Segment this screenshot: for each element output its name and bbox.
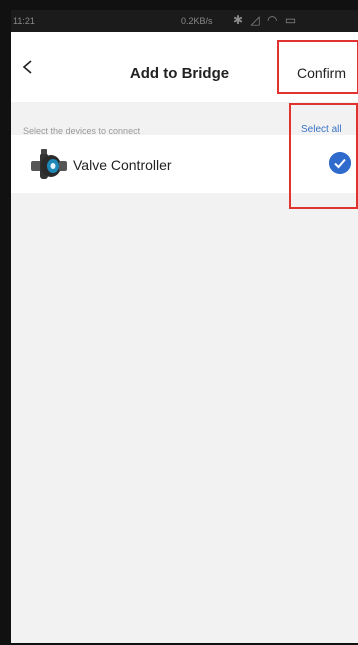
nav-bar: Add to Bridge Confirm <box>11 32 358 102</box>
bluetooth-icon: ✱ <box>233 13 246 27</box>
status-icons: ✱ ◿ ◠ ▭ <box>233 13 298 27</box>
battery-icon: ▭ <box>284 13 299 27</box>
network-speed: 0.2KB/s <box>181 16 213 26</box>
app-screen: 11:21 0.2KB/s ✱ ◿ ◠ ▭ Add to Bridge Conf… <box>11 10 358 643</box>
device-name: Valve Controller <box>73 157 172 173</box>
status-time: 11:21 <box>13 16 35 26</box>
phone-frame: 11:21 0.2KB/s ✱ ◿ ◠ ▭ Add to Bridge Conf… <box>0 0 358 645</box>
select-highlight-box <box>289 103 358 209</box>
confirm-button[interactable]: Confirm <box>297 65 346 81</box>
status-bar: 11:21 0.2KB/s ✱ ◿ ◠ ▭ <box>11 10 358 32</box>
signal-icon: ◿ <box>250 13 262 27</box>
valve-controller-icon <box>31 149 67 179</box>
wifi-icon: ◠ <box>266 13 280 27</box>
